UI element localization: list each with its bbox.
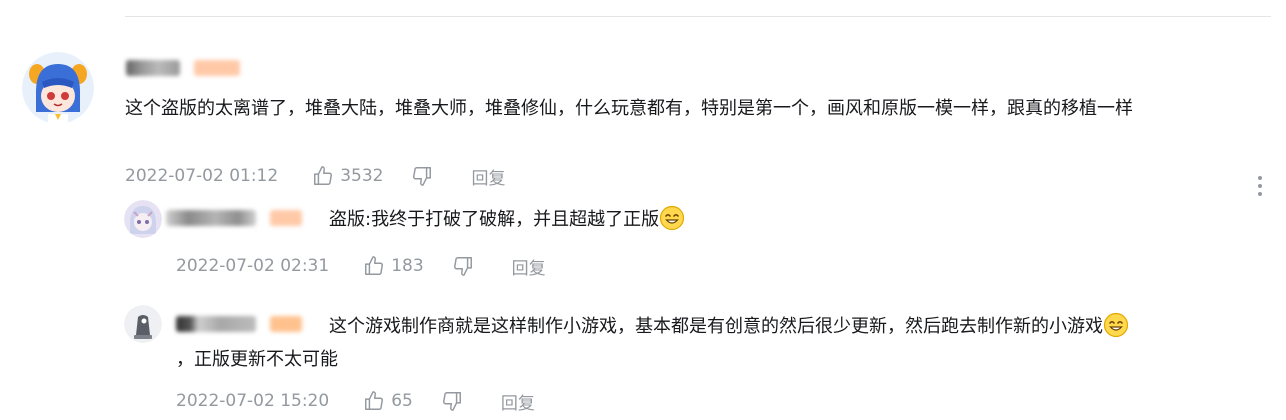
thumbs-down-icon[interactable]	[441, 390, 463, 412]
more-vertical-icon[interactable]	[1253, 174, 1267, 198]
thumbs-up-icon	[314, 166, 333, 185]
like-count: 65	[391, 391, 413, 411]
reply-username-blurred[interactable]	[166, 210, 256, 226]
thumbs-up-icon	[365, 391, 384, 410]
comment-text: 这个盗版的太离谱了，堆叠大陆，堆叠大师，堆叠修仙，什么玩意都有，特别是第一个，画…	[125, 98, 1133, 119]
smiling-face-emoji	[659, 205, 685, 231]
reply-text-content: 这个游戏制作商就是这样制作小游戏，基本都是有创意的然后很少更新，然后跑去制作新的…	[329, 316, 1103, 337]
reply-username-blurred[interactable]	[176, 316, 256, 332]
reply-time: 2022-07-02 02:31	[176, 256, 330, 276]
like-button[interactable]: 65	[363, 390, 413, 412]
user-avatar[interactable]	[22, 52, 94, 124]
reply-avatar[interactable]	[124, 200, 162, 238]
reply-text-content: 盗版:我终于打破了破解，并且超越了正版	[329, 209, 660, 230]
like-count: 3532	[340, 166, 384, 186]
username-blurred[interactable]	[126, 60, 180, 76]
reply-time: 2022-07-02 15:20	[176, 391, 330, 411]
thumbs-down-icon[interactable]	[452, 255, 474, 277]
reply-meta: 2022-07-02 15:20 65 回复	[176, 389, 535, 414]
reply-level-badge	[270, 210, 302, 226]
comment-time: 2022-07-02 01:12	[125, 166, 279, 186]
reply-button[interactable]: 回复	[512, 254, 546, 279]
reply-meta: 2022-07-02 02:31 183 回复	[176, 254, 546, 279]
reply-text-line2: ，正版更新不太可能	[176, 349, 338, 370]
user-level-badge	[194, 60, 240, 76]
like-count: 183	[391, 256, 424, 276]
reply-level-badge	[270, 316, 302, 332]
reply-text: 盗版:我终于打破了破解，并且超越了正版	[329, 205, 685, 235]
reply-button[interactable]: 回复	[501, 389, 535, 414]
reply-avatar[interactable]	[124, 305, 162, 343]
reply-text-line1: 这个游戏制作商就是这样制作小游戏，基本都是有创意的然后很少更新，然后跑去制作新的…	[329, 312, 1129, 342]
comment-meta: 2022-07-02 01:12 3532 回复	[125, 164, 505, 189]
thumbs-down-icon[interactable]	[411, 165, 433, 187]
top-divider	[125, 16, 1271, 17]
like-button[interactable]: 183	[363, 255, 424, 277]
smiling-face-emoji	[1103, 312, 1129, 338]
like-button[interactable]: 3532	[312, 165, 383, 187]
reply-button[interactable]: 回复	[471, 164, 505, 189]
thumbs-up-icon	[365, 256, 384, 275]
